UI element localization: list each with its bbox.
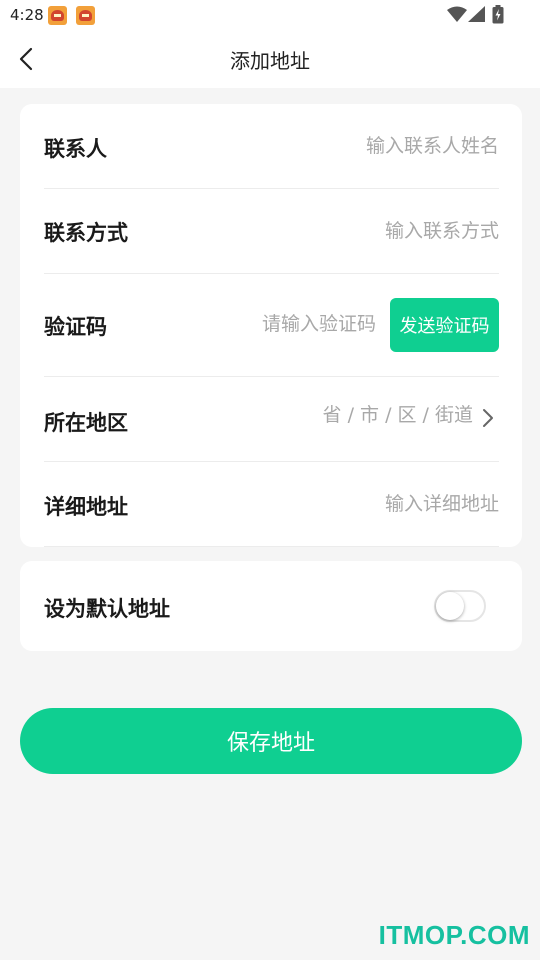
contact-name-input[interactable] <box>239 133 499 159</box>
toggle-knob <box>436 592 464 620</box>
send-code-button[interactable]: 发送验证码 <box>390 298 499 352</box>
battery-icon <box>492 5 504 24</box>
status-bar: 4:28 <box>0 0 540 30</box>
address-label: 详细地址 <box>44 495 128 519</box>
detail-address-row: 详细地址 <box>44 462 499 546</box>
default-address-toggle[interactable] <box>434 590 486 622</box>
phone-row: 联系方式 <box>44 189 499 273</box>
page-title: 添加地址 <box>230 49 310 73</box>
signal-icon <box>468 6 485 22</box>
default-address-label: 设为默认地址 <box>44 597 170 621</box>
code-label: 验证码 <box>44 315 107 339</box>
status-time: 4:28 <box>10 6 44 24</box>
phone-input[interactable] <box>239 218 499 244</box>
verification-code-input[interactable] <box>176 311 376 337</box>
default-address-card: 设为默认地址 <box>20 561 522 651</box>
chevron-right-icon <box>483 409 493 427</box>
wifi-icon <box>447 6 467 22</box>
region-label: 所在地区 <box>44 411 128 435</box>
address-form-card: 联系人 联系方式 验证码 发送验证码 所在地区 省 / 市 / 区 / 街道 详… <box>20 104 522 547</box>
detail-address-input[interactable] <box>239 491 499 517</box>
header: 添加地址 <box>0 30 540 88</box>
watermark-logo: ITMOP.COM <box>378 920 530 950</box>
contact-label: 联系人 <box>44 137 107 161</box>
verification-code-row: 验证码 发送验证码 <box>44 298 499 352</box>
contact-row: 联系人 <box>44 104 499 188</box>
phone-label: 联系方式 <box>44 221 128 245</box>
divider <box>44 273 499 274</box>
region-selector[interactable]: 所在地区 省 / 市 / 区 / 街道 <box>44 377 499 461</box>
notification-icon <box>76 6 95 25</box>
divider <box>44 546 499 547</box>
notification-icon <box>48 6 67 25</box>
region-placeholder: 省 / 市 / 区 / 街道 <box>322 404 473 426</box>
save-address-button[interactable]: 保存地址 <box>20 708 522 774</box>
